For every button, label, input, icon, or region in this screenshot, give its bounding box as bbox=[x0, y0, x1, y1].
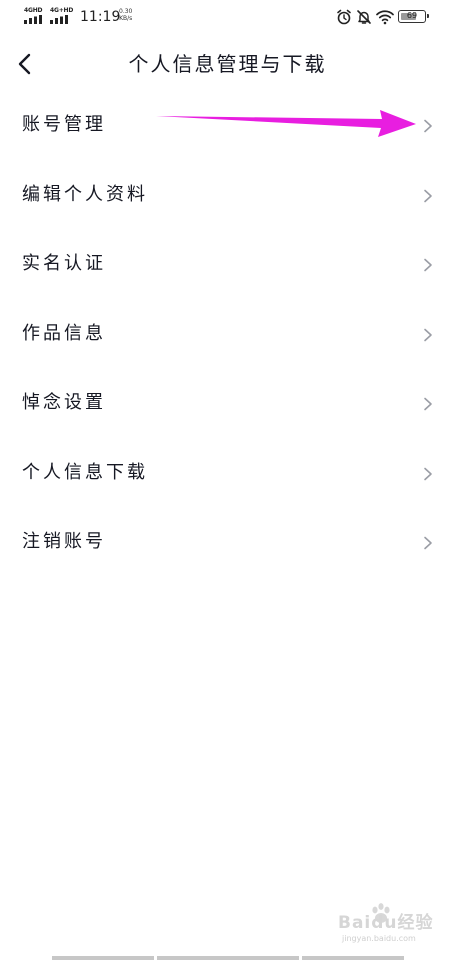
chevron-right-icon bbox=[424, 397, 432, 411]
chevron-right-icon bbox=[424, 536, 432, 550]
cellular-signal-2-icon: 4G+HD bbox=[50, 7, 74, 24]
chevron-right-icon bbox=[424, 258, 432, 272]
menu-item-label: 账号管理 bbox=[22, 114, 106, 135]
speed-unit: KB/s bbox=[119, 15, 133, 22]
back-button[interactable] bbox=[10, 48, 42, 80]
battery-icon: 69 bbox=[398, 10, 429, 23]
chevron-right-icon bbox=[424, 189, 432, 202]
chevron-right-icon bbox=[424, 119, 432, 133]
baidu-watermark: Baidu经验 jingyan.baidu.com bbox=[338, 900, 438, 948]
menu-item-works-info[interactable]: 作品信息 bbox=[0, 301, 455, 371]
network-type-1: 4GHD bbox=[24, 7, 43, 14]
watermark-url: jingyan.baidu.com bbox=[342, 934, 416, 943]
cellular-signal-1-icon: 4GHD bbox=[24, 7, 46, 24]
menu-item-label: 实名认证 bbox=[22, 253, 106, 274]
chevron-left-icon bbox=[18, 53, 31, 75]
alarm-icon bbox=[337, 9, 351, 25]
status-bar: 4GHD 4G+HD 11:19 0.30 KB/s 69 bbox=[0, 0, 455, 36]
menu-item-label: 注销账号 bbox=[22, 531, 106, 552]
page-title: 个人信息管理与下载 bbox=[128, 52, 327, 76]
network-type-2: 4G+HD bbox=[50, 7, 74, 14]
home-indicator-segment bbox=[302, 956, 404, 960]
menu-item-delete-account[interactable]: 注销账号 bbox=[0, 509, 455, 579]
menu-item-label: 编辑个人资料 bbox=[22, 183, 148, 205]
annotation-arrow bbox=[156, 110, 416, 137]
battery-cap bbox=[426, 14, 429, 18]
speed-value: 0.30 bbox=[119, 8, 133, 15]
menu-item-real-name-verification[interactable]: 实名认证 bbox=[0, 231, 455, 301]
settings-menu-list: 账号管理 编辑个人资料 实名认证 作品信息 悼念设置 个人信息下载 注销账号 bbox=[0, 92, 455, 579]
watermark-brand: Baidu经验 bbox=[338, 913, 434, 933]
mute-bell-icon bbox=[357, 10, 371, 24]
chevron-right-icon bbox=[424, 467, 432, 480]
home-indicator-segment bbox=[52, 956, 154, 960]
menu-item-label: 悼念设置 bbox=[22, 392, 106, 413]
battery-level: 69 bbox=[406, 11, 418, 20]
home-indicator-segment bbox=[157, 956, 299, 960]
wifi-icon bbox=[376, 10, 394, 25]
header-bar: 个人信息管理与下载 bbox=[0, 36, 455, 92]
menu-item-label: 个人信息下载 bbox=[22, 461, 148, 483]
signal-bars-1-icon bbox=[24, 15, 42, 24]
menu-item-edit-profile[interactable]: 编辑个人资料 bbox=[0, 162, 455, 232]
status-time: 11:19 bbox=[80, 9, 121, 25]
menu-item-memorial-settings[interactable]: 悼念设置 bbox=[0, 370, 455, 440]
menu-item-label: 作品信息 bbox=[22, 322, 106, 344]
signal-bars-2-icon bbox=[50, 15, 68, 24]
network-speed: 0.30 KB/s bbox=[119, 8, 132, 22]
chevron-right-icon bbox=[424, 328, 432, 341]
menu-item-personal-info-download[interactable]: 个人信息下载 bbox=[0, 440, 455, 510]
